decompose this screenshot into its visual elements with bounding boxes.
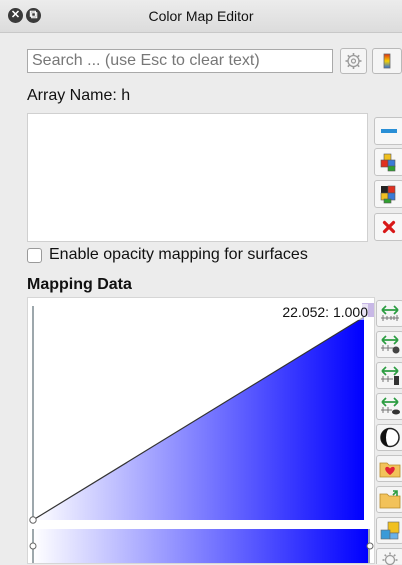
remove-array-button[interactable] <box>374 117 402 145</box>
delete-icon <box>382 220 396 234</box>
invert-transfer-button[interactable] <box>376 424 402 451</box>
color-control-point[interactable] <box>29 542 37 550</box>
rescale-visible-button[interactable] <box>376 393 402 420</box>
arrows-range-time-icon <box>381 366 399 385</box>
heart-folder-icon <box>379 462 401 478</box>
invert-icon <box>380 427 400 448</box>
title-bar: ✕ ⧉ Color Map Editor <box>0 0 402 33</box>
mapping-data-title: Mapping Data <box>27 276 132 293</box>
arrows-range-visible-icon <box>381 397 400 415</box>
gear-icon <box>345 53 362 69</box>
rescale-temporal-button[interactable] <box>376 362 402 389</box>
colormap-icon <box>383 53 391 69</box>
color-transfer-bar[interactable] <box>33 529 368 564</box>
add-array-button[interactable] <box>374 148 402 176</box>
choose-preset-button[interactable] <box>376 517 402 544</box>
advanced-settings-button[interactable] <box>340 48 367 74</box>
array-name-label: Array Name: h <box>27 87 131 104</box>
array-list[interactable] <box>27 113 368 242</box>
window-title: Color Map Editor <box>148 8 254 24</box>
mapping-data-editor[interactable]: 22.052: 1.000 <box>27 297 375 564</box>
rescale-range-button[interactable] <box>376 300 402 327</box>
control-point[interactable] <box>29 516 37 524</box>
delete-array-button[interactable] <box>374 213 402 241</box>
gear-icon <box>382 552 398 565</box>
colormap-button[interactable] <box>372 48 402 74</box>
advanced-mapping-settings-button[interactable] <box>376 548 402 565</box>
import-preset-button[interactable] <box>376 486 402 513</box>
save-favorite-button[interactable] <box>376 455 402 482</box>
opacity-mapping-checkbox[interactable] <box>27 248 42 263</box>
arrows-range-icon <box>381 305 399 321</box>
color-blocks-icon <box>380 153 396 172</box>
opacity-transfer-function[interactable] <box>28 298 375 564</box>
color-control-point[interactable] <box>366 542 374 550</box>
rescale-custom-button[interactable] <box>376 331 402 358</box>
point-value-label: 22.052: 1.000 <box>282 304 368 320</box>
search-input[interactable]: Search ... (use Esc to clear text) <box>27 49 333 73</box>
minus-icon <box>381 129 397 133</box>
color-blocks-dark-icon <box>380 185 396 204</box>
arrows-range-custom-icon <box>381 335 400 354</box>
presets-icon <box>380 521 400 540</box>
folder-open-icon <box>379 490 401 509</box>
opacity-mapping-label: Enable opacity mapping for surfaces <box>49 246 308 263</box>
edit-array-button[interactable] <box>374 180 402 208</box>
